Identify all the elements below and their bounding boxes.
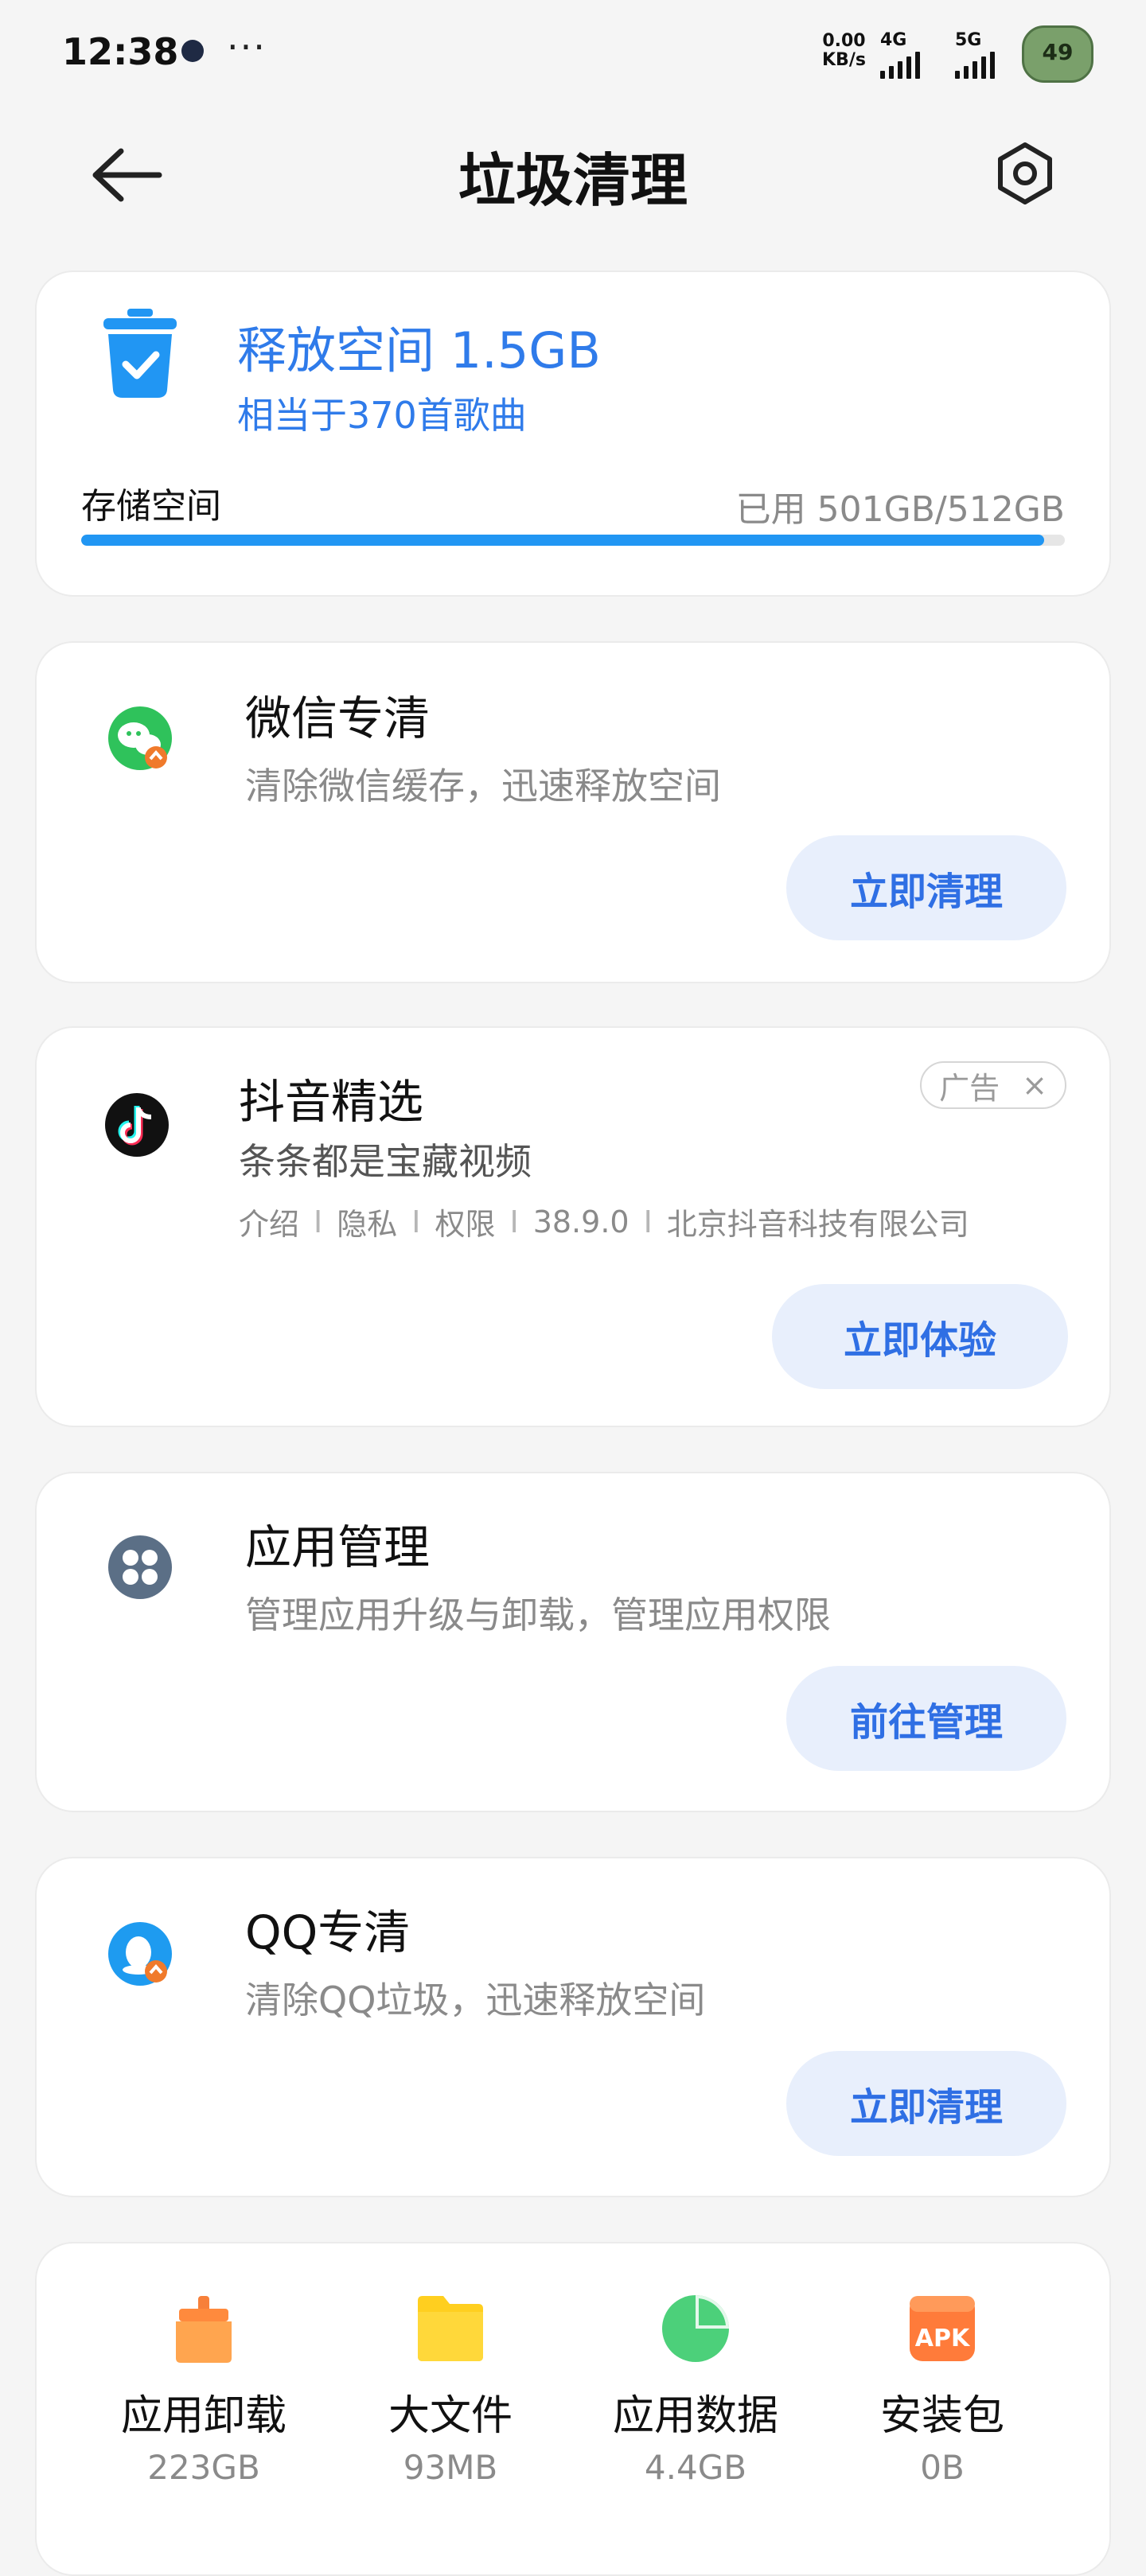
battery-icon: 49 <box>1022 25 1093 83</box>
ad-version: 38.9.0 <box>532 1204 630 1239</box>
tool-app-data[interactable]: 应用数据 4.4GB <box>592 2293 799 2487</box>
card-title: 应用管理 <box>245 1520 431 1574</box>
ad-meta-links: 介绍 I 隐私 I 权限 I 38.9.0 I 北京抖音科技有限公司 <box>239 1200 969 1243</box>
ad-permission-link[interactable]: 权限 <box>435 1200 495 1243</box>
tool-name: 应用卸载 <box>120 2392 286 2440</box>
wechat-icon <box>107 705 173 772</box>
card-title: 抖音精选 <box>239 1075 424 1129</box>
net-speed-unit: KB/s <box>822 50 866 70</box>
ad-badge[interactable]: 广告 × <box>920 1061 1066 1109</box>
storage-progress-bar <box>81 535 1065 546</box>
app-manage-button[interactable]: 前往管理 <box>786 1666 1066 1771</box>
pie-chart-icon <box>660 2293 731 2364</box>
separator: I <box>411 1204 421 1239</box>
separator: I <box>314 1204 323 1239</box>
signal-bars-icon <box>955 52 995 79</box>
apk-badge: APK <box>914 2325 970 2352</box>
douyin-try-button[interactable]: 立即体验 <box>772 1284 1068 1389</box>
separator: I <box>509 1204 519 1239</box>
app-manage-icon <box>107 1534 173 1601</box>
page-title: 垃圾清理 <box>458 147 688 214</box>
qq-icon <box>107 1920 173 1987</box>
notification-app-icon <box>181 40 204 62</box>
tool-app-uninstall[interactable]: 应用卸载 223GB <box>100 2293 307 2487</box>
separator: I <box>643 1204 653 1239</box>
folder-icon <box>415 2293 486 2364</box>
signal-bars-icon <box>880 52 920 79</box>
ad-label: 广告 <box>939 1070 1000 1106</box>
tool-size: 0B <box>920 2448 965 2487</box>
card-subtitle: 清除QQ垃圾，迅速释放空间 <box>245 1979 706 2021</box>
ad-developer: 北京抖音科技有限公司 <box>666 1207 969 1242</box>
card-subtitle: 管理应用升级与卸载，管理应用权限 <box>245 1593 831 1636</box>
tool-size: 4.4GB <box>644 2448 747 2487</box>
tool-large-files[interactable]: 大文件 93MB <box>347 2293 554 2487</box>
signal-sim2: 5G <box>955 30 995 79</box>
tool-name: 应用数据 <box>612 2392 778 2440</box>
net-speed-value: 0.00 <box>822 31 866 51</box>
qq-clean-button[interactable]: 立即清理 <box>786 2051 1066 2156</box>
card-title: 微信专清 <box>245 691 431 745</box>
battery-level: 49 <box>1042 39 1074 65</box>
broom-icon <box>168 2293 240 2364</box>
tool-name: 安装包 <box>879 2392 1004 2440</box>
signal-sim1: 4G <box>880 30 920 79</box>
more-notifications-icon: ··· <box>227 25 267 68</box>
ad-intro-link[interactable]: 介绍 <box>239 1200 299 1243</box>
sim1-label: 4G <box>880 30 907 50</box>
card-title: QQ专清 <box>245 1905 411 1959</box>
close-ad-icon[interactable]: × <box>1022 1068 1047 1103</box>
storage-label: 存储空间 <box>81 486 221 527</box>
ad-privacy-link[interactable]: 隐私 <box>337 1200 397 1243</box>
storage-used: 已用 501GB/512GB <box>735 489 1065 530</box>
card-subtitle: 条条都是宝藏视频 <box>239 1140 532 1183</box>
tool-size: 223GB <box>147 2448 260 2487</box>
status-time: 12:38 <box>62 30 179 73</box>
trash-check-icon <box>100 307 180 401</box>
apk-icon: APK <box>906 2293 978 2364</box>
tool-install-packages[interactable]: APK 安装包 0B <box>839 2293 1046 2487</box>
settings-gear-icon[interactable] <box>992 140 1058 207</box>
douyin-icon <box>103 1091 170 1158</box>
tool-name: 大文件 <box>388 2392 513 2440</box>
free-space-equivalent: 相当于370首歌曲 <box>237 394 527 437</box>
wechat-clean-button[interactable]: 立即清理 <box>786 835 1066 940</box>
tool-size: 93MB <box>403 2448 498 2487</box>
free-space-title: 释放空间 1.5GB <box>237 321 601 379</box>
sim2-label: 5G <box>955 30 982 50</box>
storage-progress-fill <box>81 535 1045 546</box>
card-subtitle: 清除微信缓存，迅速释放空间 <box>245 765 721 807</box>
network-speed: 0.00 KB/s <box>822 32 866 70</box>
